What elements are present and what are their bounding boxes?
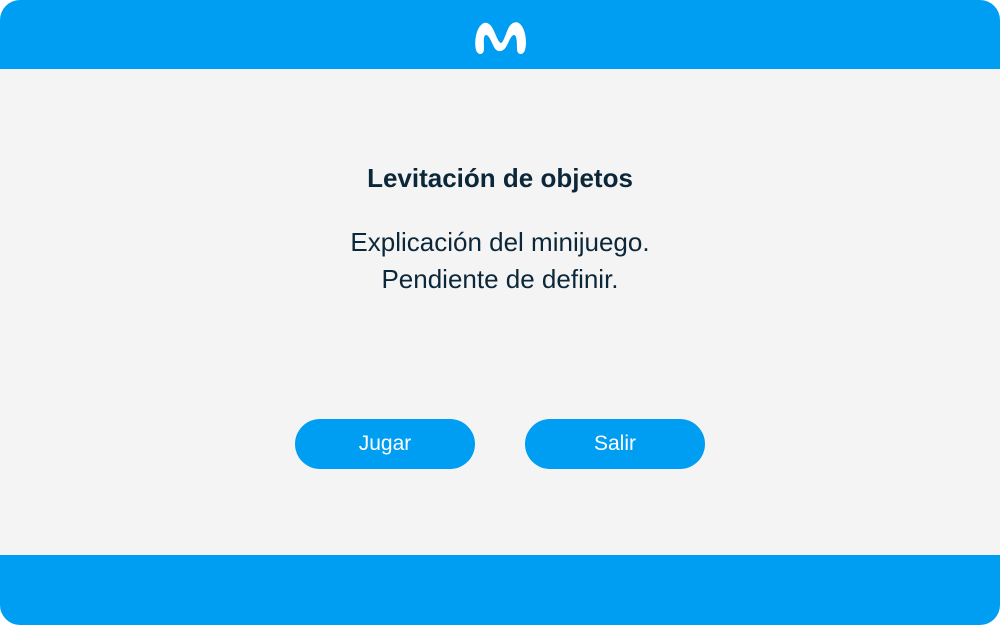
exit-button[interactable]: Salir bbox=[525, 419, 705, 469]
footer-bar bbox=[0, 555, 1000, 625]
movistar-logo-icon bbox=[475, 22, 526, 55]
header-bar bbox=[0, 0, 1000, 69]
description-line-2: Pendiente de definir. bbox=[381, 264, 619, 294]
content-area: Levitación de objetos Explicación del mi… bbox=[0, 69, 1000, 555]
minigame-dialog: Levitación de objetos Explicación del mi… bbox=[0, 0, 1000, 625]
play-button[interactable]: Jugar bbox=[295, 419, 475, 469]
page-title: Levitación de objetos bbox=[367, 163, 633, 193]
description-line-1: Explicación del minijuego. bbox=[350, 227, 650, 257]
minigame-description: Explicación del minijuego. Pendiente de … bbox=[0, 224, 1000, 298]
